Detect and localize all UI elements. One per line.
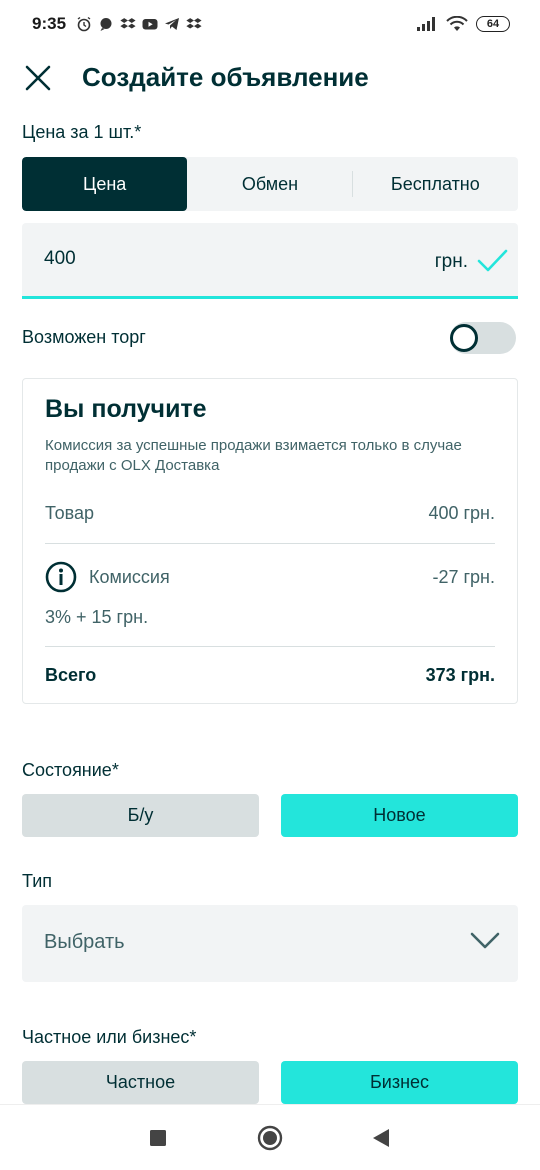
square-icon <box>150 1130 166 1146</box>
system-navigation-bar <box>0 1104 540 1170</box>
recent-apps-button[interactable] <box>145 1125 171 1151</box>
item-value: 400 грн. <box>428 503 495 523</box>
alarm-icon <box>77 16 91 32</box>
chat-bubble-icon <box>100 18 112 31</box>
battery-icon: 64 <box>476 16 510 32</box>
check-icon <box>477 249 508 272</box>
total-value: 373 грн. <box>425 665 495 685</box>
commission-left: Комиссия <box>45 561 170 593</box>
commission-label: Комиссия <box>89 566 170 587</box>
back-triangle-icon <box>373 1129 389 1147</box>
page-title: Создайте объявление <box>82 62 369 92</box>
divider <box>45 543 495 544</box>
dropbox-icon <box>120 18 136 29</box>
receive-title: Вы получите <box>45 395 207 423</box>
type-select-placeholder: Выбрать <box>44 931 125 953</box>
total-row: Всего 373 грн. <box>45 665 495 686</box>
toggle-knob <box>450 324 478 352</box>
youtube-icon <box>142 19 158 30</box>
price-value: 400 <box>44 248 76 269</box>
seller-type-label: Частное или бизнес* <box>22 1027 197 1047</box>
commission-formula: 3% + 15 грн. <box>45 607 149 627</box>
home-circle-icon <box>257 1125 283 1151</box>
you-will-receive-card: Вы получите Комиссия за успешные продажи… <box>22 378 518 704</box>
home-button[interactable] <box>257 1125 283 1151</box>
seller-type-options: Частное Бизнес <box>22 1061 518 1104</box>
signal-icon <box>417 17 435 31</box>
commission-formula-row: 3% + 15 грн. <box>45 607 495 628</box>
dropbox-icon-2 <box>186 18 202 29</box>
info-icon[interactable] <box>45 561 77 593</box>
seller-private-button[interactable]: Частное <box>22 1061 259 1104</box>
condition-option-label: Новое <box>373 805 426 825</box>
price-option-label: Бесплатно <box>390 173 480 194</box>
price-input[interactable]: 400 грн. <box>22 223 518 299</box>
price-type-segmented-control: Цена Обмен Бесплатно <box>22 157 518 211</box>
price-option-label: Цена <box>83 173 127 194</box>
commission-value: -27 грн. <box>432 566 495 587</box>
wifi-icon <box>446 16 468 31</box>
condition-options: Б/у Новое <box>22 794 518 837</box>
top-app-bar: Создайте объявление <box>0 50 540 106</box>
condition-used-button[interactable]: Б/у <box>22 794 259 837</box>
price-option-label: Обмен <box>241 173 299 194</box>
price-unit: грн. <box>434 251 468 272</box>
system-status-icons: 64 <box>416 16 510 32</box>
price-option-exchange[interactable]: Обмен <box>187 157 353 211</box>
close-icon <box>25 65 51 91</box>
commission-row: Комиссия -27 грн. <box>45 561 495 593</box>
total-label: Всего <box>45 665 97 685</box>
status-bar: 9:35 64 <box>0 0 540 48</box>
battery-level: 64 <box>486 18 500 30</box>
divider <box>45 646 495 647</box>
seller-option-label: Бизнес <box>369 1072 430 1092</box>
seller-business-button[interactable]: Бизнес <box>281 1061 518 1104</box>
telegram-icon <box>165 18 180 30</box>
price-option-price[interactable]: Цена <box>22 157 188 211</box>
price-label: Цена за 1 шт.* <box>22 122 142 142</box>
condition-label: Состояние* <box>22 760 119 780</box>
status-time: 9:35 <box>32 14 67 33</box>
commission-note: Комиссия за успешные продажи взимается т… <box>45 437 462 474</box>
item-row: Товар 400 грн. <box>45 503 495 524</box>
price-option-free[interactable]: Бесплатно <box>353 157 518 211</box>
back-button[interactable] <box>368 1125 394 1151</box>
type-label: Тип <box>22 871 53 891</box>
condition-new-button[interactable]: Новое <box>281 794 518 837</box>
item-label: Товар <box>45 503 94 523</box>
negotiable-toggle[interactable] <box>450 322 516 354</box>
negotiable-label: Возможен торг <box>22 327 146 347</box>
close-button[interactable] <box>22 62 54 94</box>
seller-option-label: Частное <box>105 1072 176 1092</box>
type-select[interactable]: Выбрать <box>22 905 518 982</box>
notification-icons <box>76 16 202 32</box>
chevron-down-icon <box>470 932 500 949</box>
condition-option-label: Б/у <box>127 805 154 825</box>
